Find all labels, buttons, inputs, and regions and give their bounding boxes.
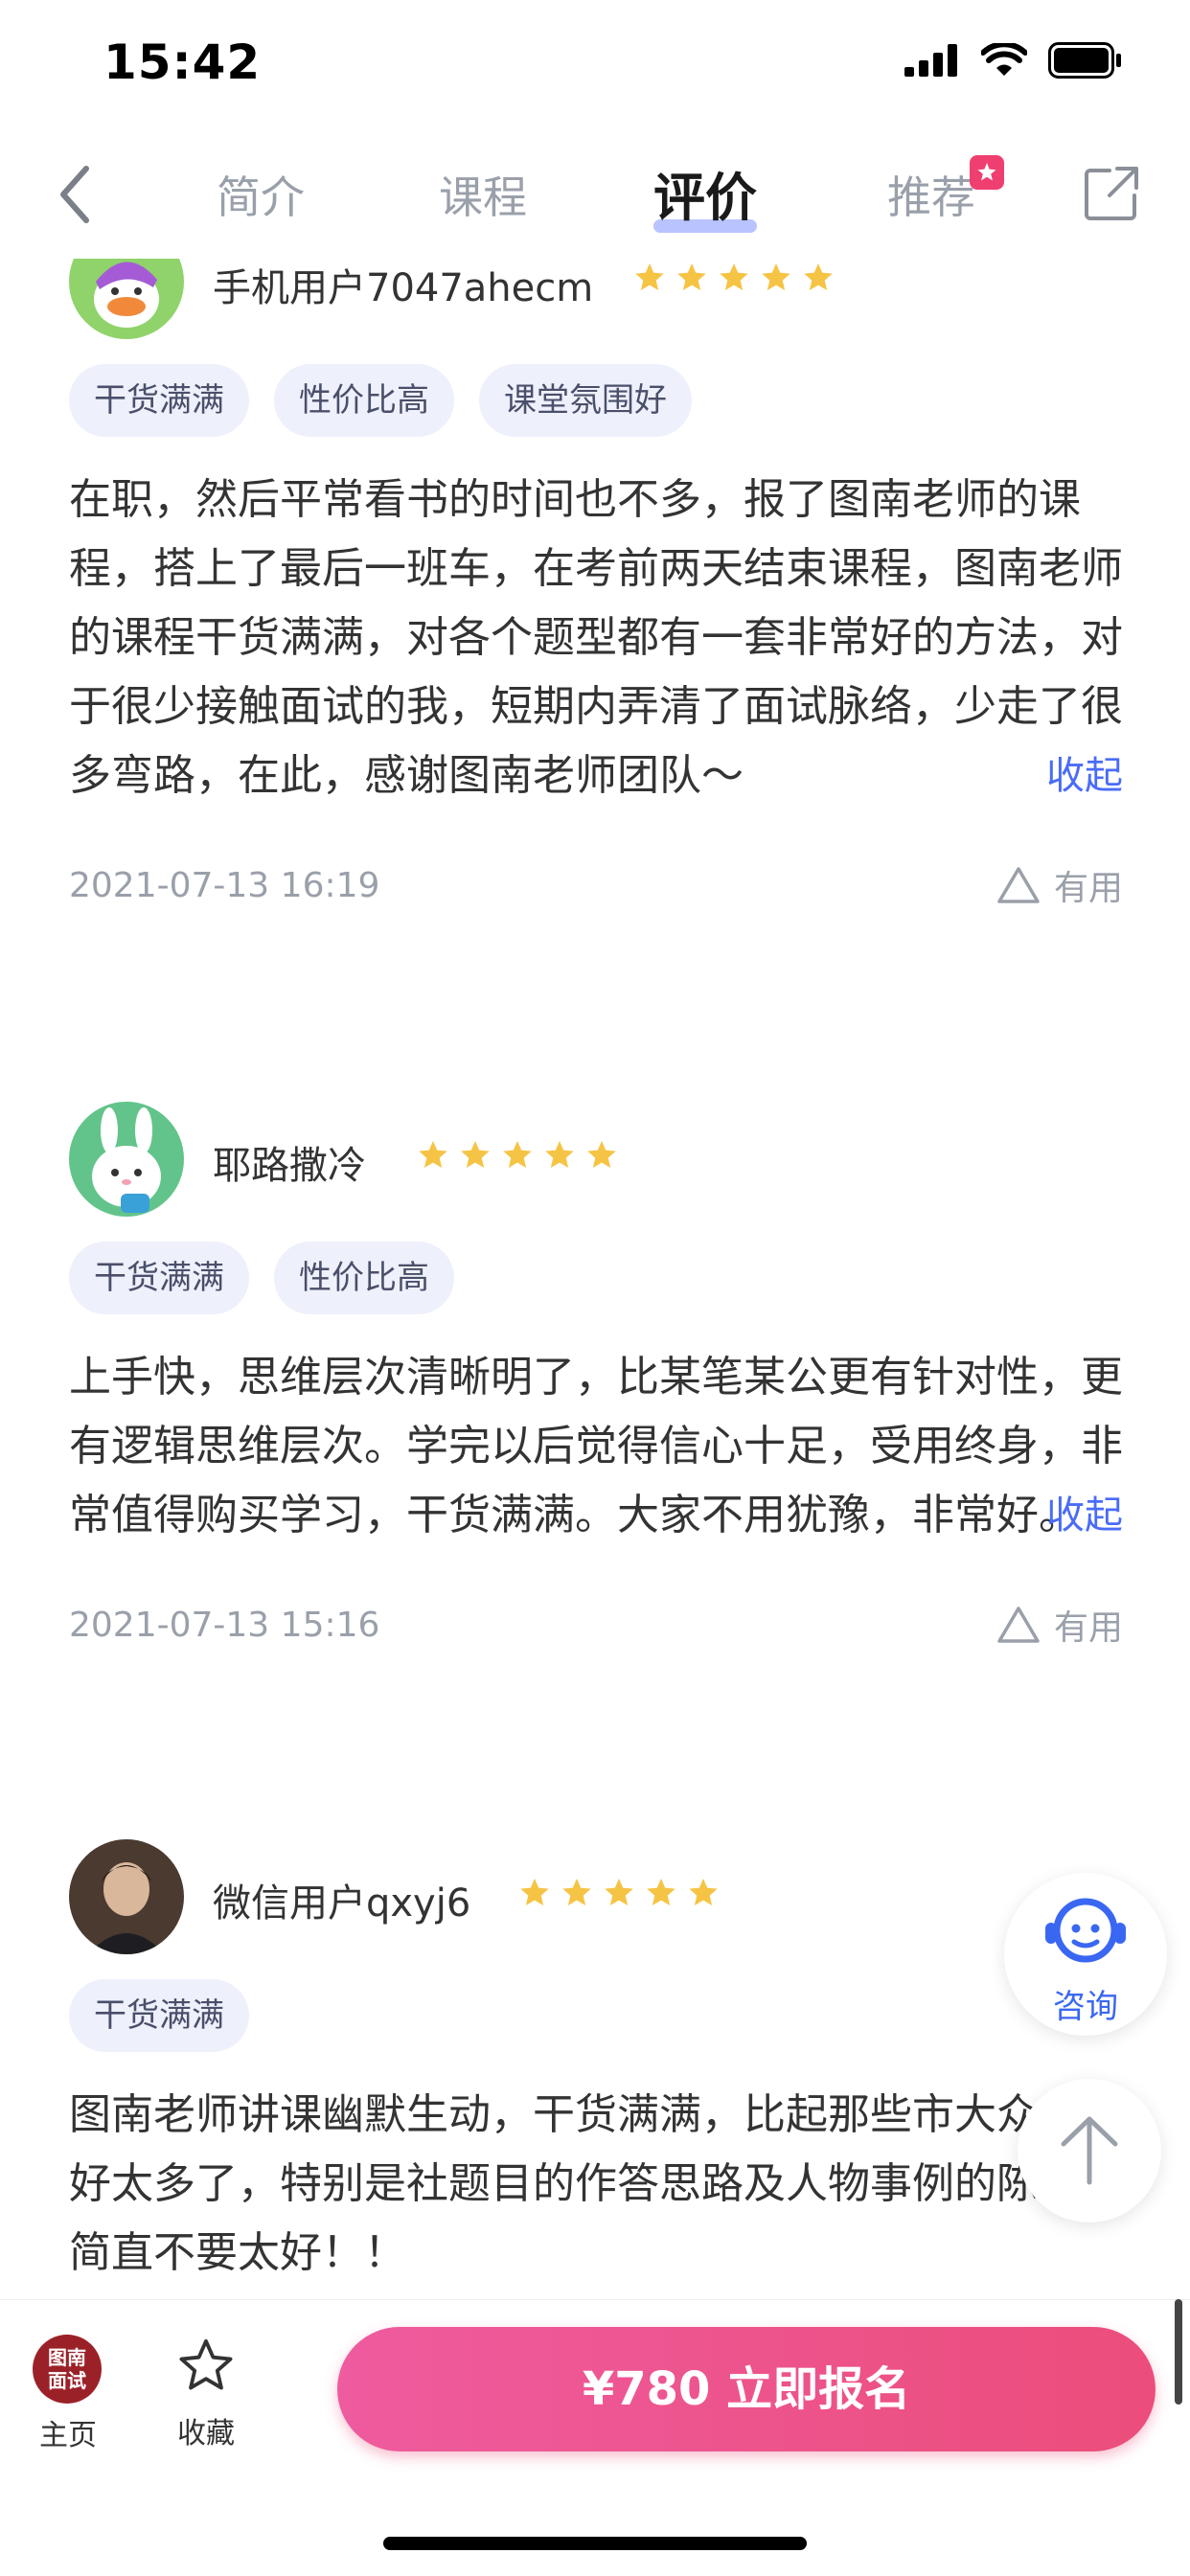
review-tag: 干货满满 [69,1242,249,1314]
signal-icon [904,44,957,77]
star-icon [677,263,706,291]
recommend-badge-icon [970,155,1004,190]
thumbs-up-icon [997,1607,1040,1643]
tab-reviews-label: 评价 [653,168,757,228]
home-label: 主页 [39,2419,97,2452]
useful-label: 有用 [1053,869,1123,908]
review-text: 上手快，思维层次清晰明了，比某笔某公更有针对性，更有逻辑思维层次。学完以后觉得信… [69,1353,1123,1539]
review-meta: 2021-07-13 16:19 有用 [69,849,1123,918]
star-icon [762,263,790,291]
battery-icon [1048,42,1121,79]
star-icon [689,1879,718,1906]
review-tag: 性价比高 [274,364,454,437]
review-user-row: 耶路撒冷 [69,1102,1123,1217]
avatar[interactable] [69,1839,184,1954]
scrollbar[interactable] [1175,2299,1182,2405]
bottom-action-bar: 图南 面试 主页 收藏 ¥780 立即报名 [0,2299,1190,2576]
favorite-label: 收藏 [177,2417,235,2451]
star-icon [562,1879,591,1906]
review-username: 手机用户7047ahecm [213,266,594,310]
tab-recommend[interactable]: 推荐 [887,155,1004,226]
tab-intro[interactable]: 简介 [217,163,305,226]
logo-text-line1: 图南 [48,2346,86,2369]
review-tag: 干货满满 [69,1979,249,2052]
rating-stars [517,1876,721,1910]
review-tags: 干货满满 性价比高 课堂氛围好 [69,364,1123,437]
review-date: 2021-07-13 15:16 [69,1606,380,1645]
tab-reviews[interactable]: 评价 [653,155,757,233]
status-icons [904,42,1123,79]
enroll-button[interactable]: ¥780 立即报名 [337,2327,1156,2451]
review-tags: 干货满满 性价比高 [69,1242,1123,1314]
review-meta: 2021-07-13 15:16 有用 [69,1588,1123,1657]
customer-service-icon [1045,1898,1126,1963]
useful-button[interactable]: 有用 [996,1600,1123,1650]
star-icon [587,1141,616,1169]
star-icon [635,263,664,291]
status-time: 15:42 [103,34,262,90]
star-icon [461,1141,490,1169]
back-to-top-button[interactable] [1018,2079,1161,2223]
logo-text-line2: 面试 [48,2369,86,2392]
favorite-tab[interactable]: 收藏 [172,2335,240,2451]
star-icon [503,1141,532,1169]
star-icon [720,263,748,291]
review-username: 微信用户qxyj6 [213,1881,471,1926]
star-icon [520,1879,549,1906]
home-tab[interactable]: 图南 面试 主页 [33,2335,103,2453]
useful-label: 有用 [1053,1608,1123,1648]
tab-course[interactable]: 课程 [439,163,527,226]
back-icon[interactable] [50,161,98,228]
review-tag: 课堂氛围好 [479,364,692,437]
share-icon[interactable] [1083,165,1140,226]
useful-button[interactable]: 有用 [996,860,1123,910]
star-icon [545,1141,574,1169]
brand-logo: 图南 面试 [33,2335,102,2404]
star-icon [419,1141,447,1169]
avatar[interactable] [69,1102,184,1217]
review-user-row: 手机用户7047ahecm [69,259,1123,339]
consult-button[interactable]: 咨询 [1004,1873,1167,2036]
arrow-up-icon [1061,2116,1118,2185]
rating-stars [632,261,835,295]
home-indicator[interactable] [383,2537,807,2550]
star-outline-icon [179,2338,233,2390]
tab-recommend-label: 推荐 [887,171,975,223]
star-icon [647,1879,675,1906]
thumbs-up-icon [997,867,1040,903]
nav-bar: 简介 课程 评价 推荐 [0,144,1190,259]
status-bar: 15:42 [0,0,1190,144]
review-tag: 性价比高 [274,1242,454,1314]
review-date: 2021-07-13 16:19 [69,866,380,905]
review-user-row: 微信用户qxyj6 [69,1839,1123,1954]
rating-stars [416,1138,619,1173]
wifi-icon [981,43,1027,76]
review-tags: 干货满满 [69,1979,1123,2052]
review-username: 耶路撒冷 [213,1144,366,1188]
review-text: 图南老师讲课幽默生动，干货满满，比起那些市大众机构好太多了，特别是社题目的作答思… [69,2090,1123,2277]
review-item: 手机用户7047ahecm 干货满满 性价比高 课堂氛围好 在职，然后平常看书的… [69,259,1123,918]
avatar[interactable] [69,259,184,339]
star-icon [804,263,833,291]
review-tag: 干货满满 [69,364,249,437]
review-item: 耶路撒冷 干货满满 性价比高 上手快，思维层次清晰明了，比某笔某公更有针对性，更… [69,1102,1123,1657]
review-item: 微信用户qxyj6 干货满满 图南老师讲课幽默生动，干货满满，比起那些市大众机构… [69,1839,1123,2288]
consult-label: 咨询 [1053,1988,1118,2026]
star-icon [605,1879,633,1906]
